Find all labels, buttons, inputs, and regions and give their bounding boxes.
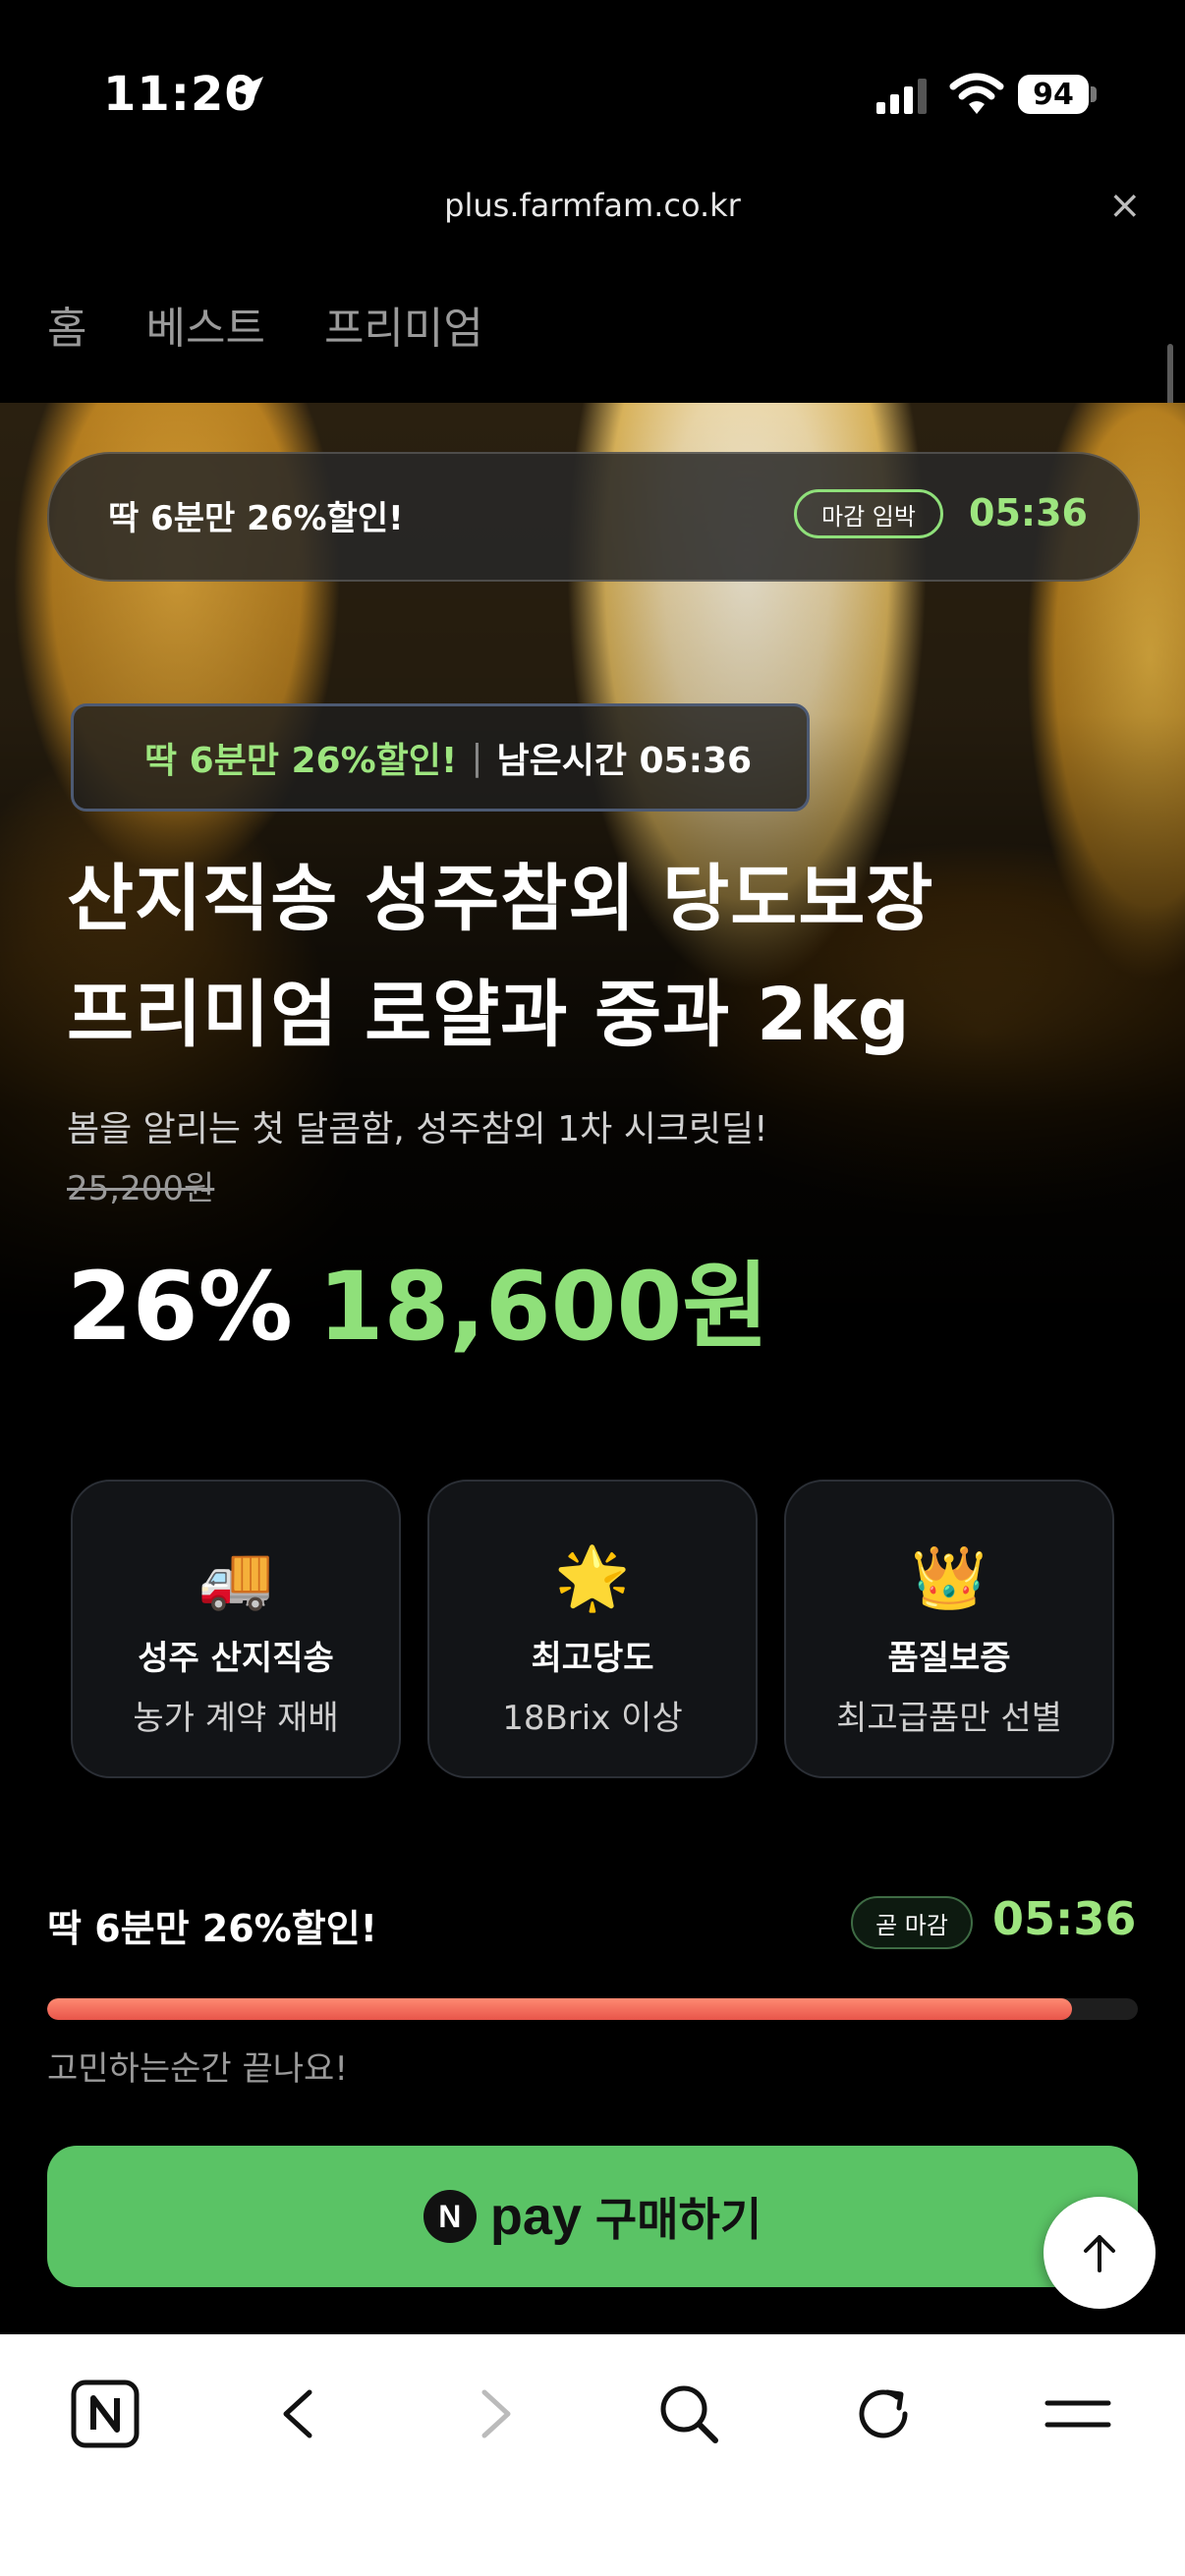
buy-label: 구매하기	[594, 2194, 762, 2245]
cellular-signal-icon	[876, 79, 927, 114]
closing-soon-badge: 곧 마감	[851, 1896, 973, 1949]
sale-price: 18,600원	[317, 1252, 769, 1362]
wifi-icon	[949, 73, 1004, 114]
product-subtitle: 봄을 알리는 첫 달콤함, 성주참외 1차 시크릿딜!	[67, 1109, 768, 1149]
discount-rate: 26%	[67, 1252, 293, 1362]
sale-badge-remaining: 남은시간 05:36	[496, 741, 753, 781]
feature-card-quality: 👑 품질보증 최고급품만 선별	[784, 1480, 1114, 1778]
timer-bar-countdown: 05:36	[969, 491, 1088, 534]
close-icon[interactable]: ×	[1108, 183, 1142, 228]
sale-badge: 딱 6분만 26%할인! | 남은시간 05:36	[71, 703, 810, 812]
scroll-to-top-button[interactable]	[1044, 2197, 1156, 2309]
tab-best[interactable]: 베스트	[145, 293, 264, 356]
deal-hint: 고민하는순간 끝나요!	[47, 2049, 348, 2089]
product-title-line1: 산지직송 성주참외 당도보장	[67, 857, 934, 941]
npay-label: pay	[489, 2187, 582, 2246]
browser-toolbar	[0, 2334, 1185, 2576]
feature-title: 최고당도	[531, 1639, 654, 1678]
timer-bar-text: 딱 6분만 26%할인!	[108, 499, 404, 538]
naver-home-icon[interactable]	[61, 2370, 149, 2458]
tab-premium[interactable]: 프리미엄	[324, 293, 483, 356]
feature-title: 품질보증	[887, 1639, 1011, 1678]
deal-progress-fill	[47, 1998, 1073, 2020]
original-price: 25,200원	[67, 1169, 215, 1208]
feature-desc: 최고급품만 선별	[836, 1699, 1062, 1738]
back-icon[interactable]	[255, 2370, 344, 2458]
feature-desc: 18Brix 이상	[502, 1699, 683, 1738]
deadline-badge: 마감 임박	[794, 489, 943, 538]
deal-countdown: 05:36	[992, 1892, 1137, 1945]
npay-logo-icon: N	[423, 2190, 477, 2243]
truck-icon: 🚚	[198, 1541, 274, 1613]
crown-icon: 👑	[911, 1541, 988, 1613]
product-title: 산지직송 성주참외 당도보장 프리미엄 로얄과 중과 2kg	[67, 841, 933, 1073]
tab-home[interactable]: 홈	[47, 293, 86, 356]
npay-buy-button[interactable]: N pay 구매하기	[47, 2146, 1138, 2287]
battery-nub	[1091, 86, 1097, 102]
battery-indicator: 94	[1018, 75, 1089, 114]
deal-title: 딱 6분만 26%할인!	[47, 1907, 377, 1950]
star-icon: 🌟	[554, 1541, 631, 1613]
feature-desc: 농가 계약 재배	[133, 1699, 339, 1738]
location-arrow-icon	[232, 77, 263, 108]
sale-badge-promo: 딱 6분만 26%할인!	[144, 741, 458, 781]
menu-icon[interactable]	[1034, 2370, 1122, 2458]
price-row: 26% 18,600원	[67, 1230, 769, 1367]
feature-card-sweetness: 🌟 최고당도 18Brix 이상	[427, 1480, 758, 1778]
search-icon[interactable]	[645, 2370, 733, 2458]
product-title-line2: 프리미엄 로얄과 중과 2kg	[67, 973, 911, 1057]
feature-title: 성주 산지직송	[138, 1639, 334, 1678]
sale-badge-separator: |	[471, 737, 483, 778]
nav-tabs: 홈 베스트 프리미엄	[47, 293, 483, 356]
deal-progress-bar	[47, 1998, 1138, 2020]
arrow-up-icon	[1084, 2235, 1115, 2272]
url-bar[interactable]: plus.farmfam.co.kr	[0, 187, 1185, 224]
feature-card-direct: 🚚 성주 산지직송 농가 계약 재배	[71, 1480, 401, 1778]
forward-icon[interactable]	[450, 2370, 538, 2458]
refresh-icon[interactable]	[839, 2370, 928, 2458]
